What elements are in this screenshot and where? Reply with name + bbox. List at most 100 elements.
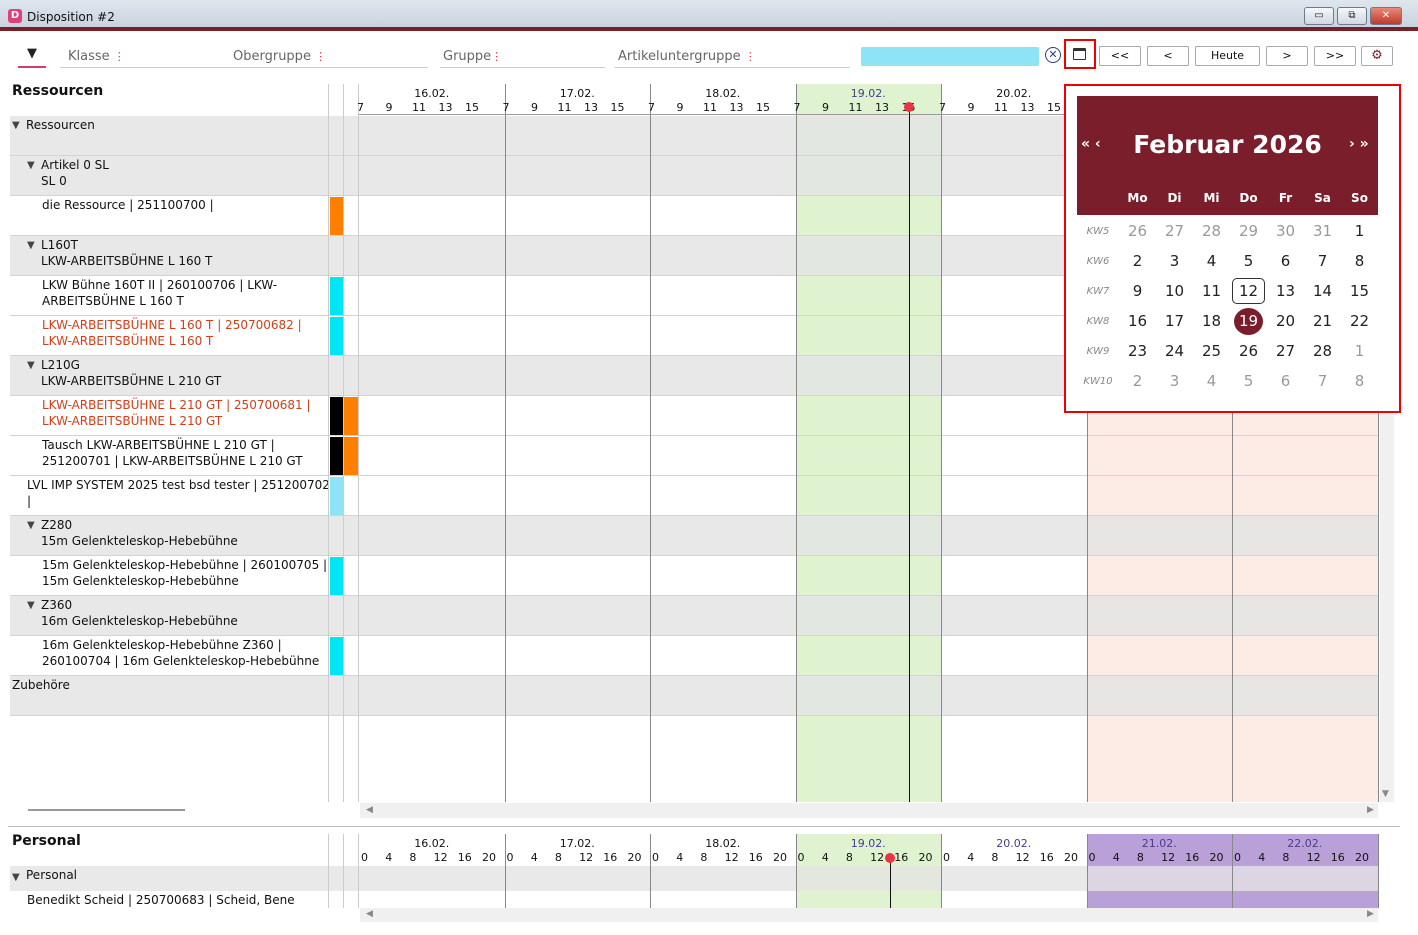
calendar-day-16[interactable]: 16 [1119, 312, 1156, 330]
calendar-day-29[interactable]: 29 [1230, 222, 1267, 240]
personal-group-label: Personal [26, 868, 78, 882]
calendar-day-15[interactable]: 15 [1341, 282, 1378, 300]
calendar-day-5[interactable]: 5 [1230, 252, 1267, 270]
hour-label: 20 [918, 851, 933, 864]
calendar-day-2[interactable]: 2 [1119, 252, 1156, 270]
day-label: 17.02. [559, 837, 595, 850]
calendar-day-22[interactable]: 22 [1341, 312, 1378, 330]
calendar-day-30[interactable]: 30 [1267, 222, 1304, 240]
day-divider [795, 834, 797, 908]
personal-row-label[interactable]: Benedikt Scheid | 250700683 | Scheid, Be… [27, 892, 295, 908]
calendar-day-31[interactable]: 31 [1304, 222, 1341, 240]
hour-label: 16 [748, 851, 763, 864]
calendar-day-7[interactable]: 7 [1304, 372, 1341, 390]
calendar-day-11[interactable]: 11 [1193, 282, 1230, 300]
calendar-day-24[interactable]: 24 [1156, 342, 1193, 360]
calendar-day-28[interactable]: 28 [1193, 222, 1230, 240]
horizontal-scrollbar[interactable] [360, 908, 1378, 922]
calendar-day-26[interactable]: 26 [1230, 342, 1267, 360]
calendar-day-27[interactable]: 27 [1267, 342, 1304, 360]
expand-triangle-icon[interactable]: ▼ [12, 872, 20, 883]
day-divider [650, 834, 651, 908]
hour-label: 16 [603, 851, 618, 864]
calendar-day-18[interactable]: 18 [1193, 312, 1230, 330]
hour-label: 8 [1136, 851, 1144, 864]
calendar-day-20[interactable]: 20 [1267, 312, 1304, 330]
hour-label: 8 [554, 851, 562, 864]
calendar-day-1[interactable]: 1 [1341, 342, 1378, 360]
hour-label: 4 [821, 851, 829, 864]
day-divider [1377, 834, 1379, 908]
hour-label: 4 [385, 851, 393, 864]
day-divider [504, 834, 506, 908]
calendar-day-27[interactable]: 27 [1156, 222, 1193, 240]
calendar-day-3[interactable]: 3 [1156, 252, 1193, 270]
hour-label: 8 [991, 851, 999, 864]
scroll-right-icon[interactable]: ▶ [1367, 909, 1374, 919]
day-label: 18.02. [705, 837, 741, 850]
calendar-day-1[interactable]: 1 [1341, 222, 1378, 240]
calendar-month-title[interactable]: Februar 2026 [1077, 130, 1378, 159]
day-label: 16.02. [414, 837, 450, 850]
group-row [10, 866, 1378, 891]
hour-label: 0 [1234, 851, 1241, 864]
hour-label: 4 [530, 851, 538, 864]
now-line [890, 856, 891, 908]
hour-label: 12 [579, 851, 594, 864]
day-divider [1232, 834, 1233, 908]
day-divider [941, 834, 942, 908]
calendar-day-10[interactable]: 10 [1156, 282, 1193, 300]
hour-label: 12 [870, 851, 885, 864]
calendar-day-6[interactable]: 6 [1267, 252, 1304, 270]
hour-label: 0 [506, 851, 514, 864]
calendar-day-5[interactable]: 5 [1230, 372, 1267, 390]
calendar-day-17[interactable]: 17 [1156, 312, 1193, 330]
column-divider [328, 834, 329, 908]
hour-label: 20 [1209, 851, 1224, 864]
hour-label: 16 [457, 851, 472, 864]
calendar-day-8[interactable]: 8 [1341, 372, 1378, 390]
hour-label: 4 [1112, 851, 1120, 864]
hour-label: 0 [652, 851, 659, 864]
calendar-day-26[interactable]: 26 [1119, 222, 1156, 240]
calendar-day-7[interactable]: 7 [1304, 252, 1341, 270]
calendar-day-4[interactable]: 4 [1193, 252, 1230, 270]
hour-label: 12 [724, 851, 739, 864]
day-divider [1086, 834, 1088, 908]
day-label: 21.02. [1141, 837, 1177, 850]
scroll-left-icon[interactable]: ◀ [366, 909, 373, 919]
calendar-day-25[interactable]: 25 [1193, 342, 1230, 360]
hour-label: 20 [1355, 851, 1369, 864]
hour-label: 16 [1039, 851, 1054, 864]
hour-label: 20 [482, 851, 496, 864]
calendar-day-4[interactable]: 4 [1193, 372, 1230, 390]
calendar-day-19[interactable]: 19 [1230, 312, 1267, 330]
calendar-day-9[interactable]: 9 [1119, 282, 1156, 300]
hour-label: 8 [1282, 851, 1290, 864]
hour-label: 20 [1064, 851, 1078, 864]
calendar-day-6[interactable]: 6 [1267, 372, 1304, 390]
calendar-day-13[interactable]: 13 [1267, 282, 1304, 300]
hour-label: 0 [797, 851, 805, 864]
calendar-day-12[interactable]: 12 [1230, 282, 1267, 300]
day-label: 20.02. [996, 837, 1032, 850]
hour-label: 12 [1306, 851, 1321, 864]
calendar-day-3[interactable]: 3 [1156, 372, 1193, 390]
calendar-day-2[interactable]: 2 [1119, 372, 1156, 390]
now-marker-icon [885, 853, 895, 863]
hour-label: 20 [773, 851, 787, 864]
hour-label: 20 [627, 851, 642, 864]
calendar-day-8[interactable]: 8 [1341, 252, 1378, 270]
hour-label: 4 [967, 851, 975, 864]
column-divider [358, 834, 359, 908]
calendar-day-23[interactable]: 23 [1119, 342, 1156, 360]
calendar-day-28[interactable]: 28 [1304, 342, 1341, 360]
hour-label: 12 [1161, 851, 1176, 864]
calendar-day-21[interactable]: 21 [1304, 312, 1341, 330]
hour-label: 16 [894, 851, 909, 864]
hour-label: 4 [676, 851, 684, 864]
hour-label: 12 [433, 851, 448, 864]
calendar-day-14[interactable]: 14 [1304, 282, 1341, 300]
column-divider [343, 834, 344, 908]
day-label: 22.02. [1287, 837, 1323, 850]
